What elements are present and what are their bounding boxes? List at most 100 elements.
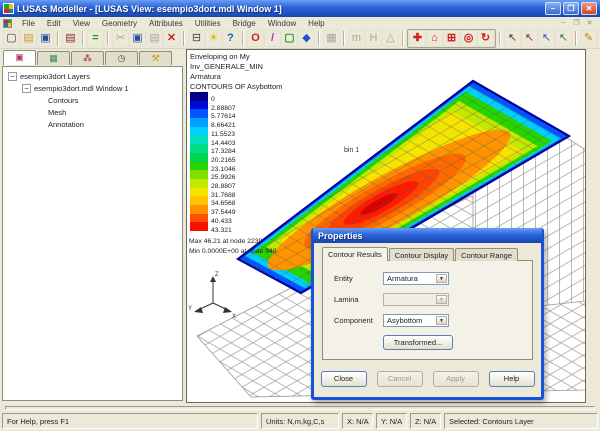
cursor-edit-button[interactable]: ↖ — [555, 30, 572, 47]
component-select[interactable]: Asybottom ▼ — [383, 314, 449, 327]
cursor-select-button[interactable]: ↖ — [504, 30, 521, 47]
join-button[interactable]: H — [365, 30, 382, 47]
status-bar: For Help, press F1 Units: N,m,kg,C,s X: … — [0, 412, 600, 431]
menu-window[interactable]: Window — [262, 19, 302, 28]
fit-view-button[interactable]: ⊞ — [443, 30, 460, 47]
analyses-tab-icon[interactable]: ◷ — [105, 51, 138, 65]
tree-item-mesh[interactable]: Mesh — [48, 106, 182, 118]
toolbar-separator — [57, 31, 59, 46]
toolbar-separator — [402, 31, 404, 46]
mdi-window-controls: – ❐ ✕ — [557, 19, 600, 27]
pan-button[interactable]: ✚ — [409, 30, 426, 47]
axis-triad — [194, 276, 232, 313]
bin-label: bin 1 — [344, 147, 359, 154]
menu-geometry[interactable]: Geometry — [96, 19, 143, 28]
close-dialog-button[interactable]: Close — [321, 371, 367, 387]
component-label: Component — [334, 316, 383, 325]
app-logo-icon — [3, 3, 14, 14]
legend-value: 25.9926 — [211, 174, 236, 183]
title-bar: LUSAS Modeller - [LUSAS View: esempio3do… — [0, 0, 600, 17]
menu-help[interactable]: Help — [302, 19, 330, 28]
menu-edit[interactable]: Edit — [41, 19, 67, 28]
open-model-button[interactable]: ▤ — [62, 30, 79, 47]
groups-tab-icon[interactable]: ▦ — [37, 51, 70, 65]
help-button[interactable]: Help — [489, 371, 535, 387]
cursor-area-button[interactable]: ↖ — [521, 30, 538, 47]
delete-button[interactable]: ✕ — [163, 30, 180, 47]
cut-button[interactable]: ✂ — [112, 30, 129, 47]
component-value: Asybottom — [387, 316, 422, 325]
menu-utilities[interactable]: Utilities — [189, 19, 227, 28]
mdi-restore-button[interactable]: ❐ — [570, 19, 583, 27]
volume-button[interactable]: ◆ — [298, 30, 315, 47]
chevron-down-icon[interactable]: ▼ — [436, 274, 447, 283]
entity-label: Entity — [334, 274, 383, 283]
line-button[interactable]: / — [264, 30, 281, 47]
collapse-icon[interactable]: − — [22, 84, 31, 93]
sweep-button[interactable]: △ — [382, 30, 399, 47]
paste-button[interactable]: ▤ — [146, 30, 163, 47]
mdi-close-button[interactable]: ✕ — [583, 19, 596, 27]
close-button[interactable]: ✕ — [581, 2, 597, 15]
restore-button[interactable]: ❐ — [563, 2, 579, 15]
point-button[interactable]: O — [247, 30, 264, 47]
home-view-button[interactable]: ⌂ — [426, 30, 443, 47]
chevron-down-icon[interactable]: ▼ — [436, 316, 447, 325]
tree-item-contours[interactable]: Contours — [48, 94, 182, 106]
tab-contour-range[interactable]: Contour Range — [455, 248, 518, 261]
open-button[interactable]: ▤ — [20, 30, 37, 47]
utilities-tab-icon[interactable]: ⚒ — [139, 51, 172, 65]
layers-tab-icon[interactable]: ▣ — [3, 50, 36, 65]
menu-file[interactable]: File — [16, 19, 41, 28]
context-help-button[interactable]: ? — [222, 30, 239, 47]
mdi-minimize-button[interactable]: – — [557, 19, 570, 27]
collapse-icon[interactable]: − — [8, 72, 17, 81]
merge-button[interactable]: m — [348, 30, 365, 47]
legend-swatch — [190, 101, 208, 110]
tree-item-label: Mesh — [48, 108, 66, 117]
toolbar-separator — [499, 31, 501, 46]
legend-swatch — [190, 118, 208, 127]
cursor-query-button[interactable]: ↖ — [538, 30, 555, 47]
minimize-button[interactable]: – — [545, 2, 561, 15]
legend-swatch — [190, 127, 208, 136]
surface-button[interactable]: ▢ — [281, 30, 298, 47]
tree-item-annotation[interactable]: Annotation — [48, 118, 182, 130]
datum-button[interactable]: = — [87, 30, 104, 47]
legend-swatch — [190, 135, 208, 144]
rotate-view-button[interactable]: ↻ — [477, 30, 494, 47]
tree-root-row[interactable]: − esempio3dort Layers — [8, 70, 182, 82]
entity-value: Armatura — [387, 274, 418, 283]
toolbar-separator — [183, 31, 185, 46]
treeview-panel: ▣ ▦ ⁂ ◷ ⚒ − esempio3dort Layers − esempi… — [0, 49, 186, 404]
copy-button[interactable]: ▣ — [129, 30, 146, 47]
legend-swatch — [190, 179, 208, 188]
legend-value: 31.7688 — [211, 192, 236, 201]
select-any-button[interactable]: ▦ — [323, 30, 340, 47]
tree-item-label: Annotation — [48, 120, 84, 129]
tab-contour-display[interactable]: Contour Display — [389, 248, 454, 261]
menu-attributes[interactable]: Attributes — [143, 19, 189, 28]
zoom-button[interactable]: ◎ — [460, 30, 477, 47]
contour-legend-values: 0 2.88807 5.77614 8.66421 11.5523 14.440… — [211, 96, 236, 235]
save-button[interactable]: ▣ — [37, 30, 54, 47]
x-axis-label: X — [232, 314, 236, 320]
window-title: LUSAS Modeller - [LUSAS View: esempio3do… — [17, 4, 543, 14]
entity-select[interactable]: Armatura ▼ — [383, 272, 449, 285]
toolbar-separator — [343, 31, 345, 46]
tree-window-row[interactable]: − esempio3dort.mdl Window 1 — [22, 82, 182, 94]
model-view-canvas[interactable]: Enveloping on My Inv_GENERALE_MIN Armatu… — [186, 49, 586, 403]
dialog-title-bar[interactable]: Properties — [313, 228, 542, 243]
annotate-button[interactable]: ✎ — [580, 30, 597, 47]
tip-of-day-button[interactable]: ☀ — [205, 30, 222, 47]
menu-bridge[interactable]: Bridge — [227, 19, 262, 28]
new-button[interactable]: ▢ — [3, 30, 20, 47]
tree-item-label: Contours — [48, 96, 78, 105]
toolbar-separator — [107, 31, 109, 46]
legend-value: 0 — [211, 96, 236, 105]
print-button[interactable]: ⊟ — [188, 30, 205, 47]
menu-view[interactable]: View — [67, 19, 96, 28]
attributes-tab-icon[interactable]: ⁂ — [71, 51, 104, 65]
transformed-button[interactable]: Transformed... — [383, 335, 453, 350]
tab-contour-results[interactable]: Contour Results — [322, 247, 388, 261]
